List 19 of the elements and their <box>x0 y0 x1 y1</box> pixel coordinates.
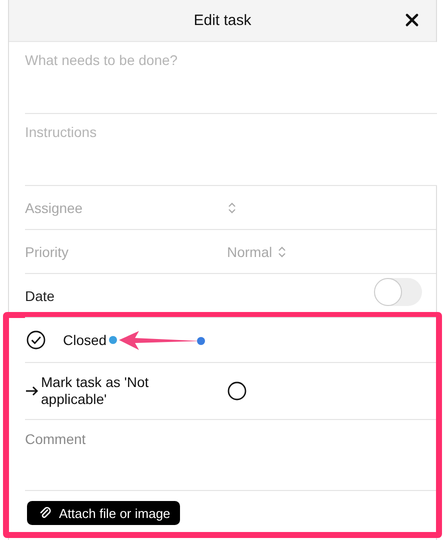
close-button[interactable] <box>405 13 419 27</box>
right-arrow-icon <box>25 385 39 397</box>
comment-input[interactable]: Comment <box>25 420 436 490</box>
radio-button[interactable] <box>227 381 247 401</box>
field-label: Date <box>25 288 55 304</box>
window-title: Edit task <box>194 12 252 29</box>
field-label: Assignee <box>25 200 83 216</box>
close-icon <box>405 13 419 27</box>
status-label: Closed <box>63 332 107 348</box>
toggle-switch[interactable] <box>376 278 422 306</box>
checked-circle-icon[interactable] <box>26 330 46 350</box>
text-field[interactable]: What needs to be done? <box>25 42 437 114</box>
chevron-up-down-icon <box>277 244 288 258</box>
field-label: Priority <box>25 244 69 260</box>
chevron-up-down-icon <box>227 200 237 214</box>
paperclip-icon <box>39 506 51 520</box>
text-field[interactable]: Instructions <box>25 114 437 186</box>
attach-button[interactable]: Attach file or image <box>27 501 180 525</box>
status-label: Mark task as 'Not applicable' <box>41 374 150 408</box>
